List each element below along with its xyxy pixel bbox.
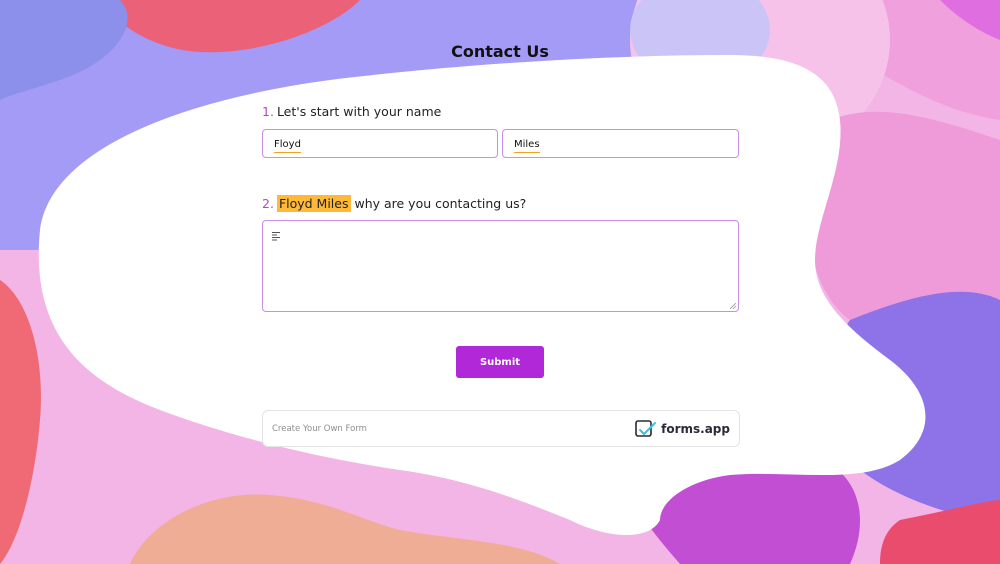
submit-button[interactable]: Submit bbox=[456, 346, 544, 378]
first-name-value: Floyd bbox=[274, 139, 301, 153]
question-2-number: 2. bbox=[262, 196, 274, 211]
first-name-field[interactable]: Floyd bbox=[262, 129, 498, 158]
question-1-number: 1. bbox=[262, 104, 274, 119]
text-align-icon bbox=[272, 232, 280, 241]
forms-app-logo-text: forms.app bbox=[661, 422, 730, 436]
message-textarea[interactable] bbox=[262, 220, 739, 312]
question-1-label: 1. Let's start with your name bbox=[262, 104, 441, 119]
question-2-text: why are you contacting us? bbox=[350, 196, 527, 211]
forms-app-logo-icon bbox=[635, 420, 657, 437]
footer-bar: Create Your Own Form forms.app bbox=[262, 410, 740, 447]
resize-handle-icon[interactable] bbox=[730, 303, 736, 309]
create-own-form-link[interactable]: Create Your Own Form bbox=[272, 424, 367, 434]
last-name-field[interactable]: Miles bbox=[502, 129, 739, 158]
question-1-text: Let's start with your name bbox=[276, 104, 442, 119]
forms-app-logo[interactable]: forms.app bbox=[635, 420, 730, 438]
last-name-value: Miles bbox=[514, 139, 540, 153]
contact-form-page: Contact Us 1. Let's start with your name … bbox=[0, 0, 1000, 564]
question-2-label: 2. Floyd Miles why are you contacting us? bbox=[262, 195, 527, 212]
question-2-name-highlight: Floyd Miles bbox=[276, 195, 351, 212]
page-title: Contact Us bbox=[451, 42, 549, 61]
